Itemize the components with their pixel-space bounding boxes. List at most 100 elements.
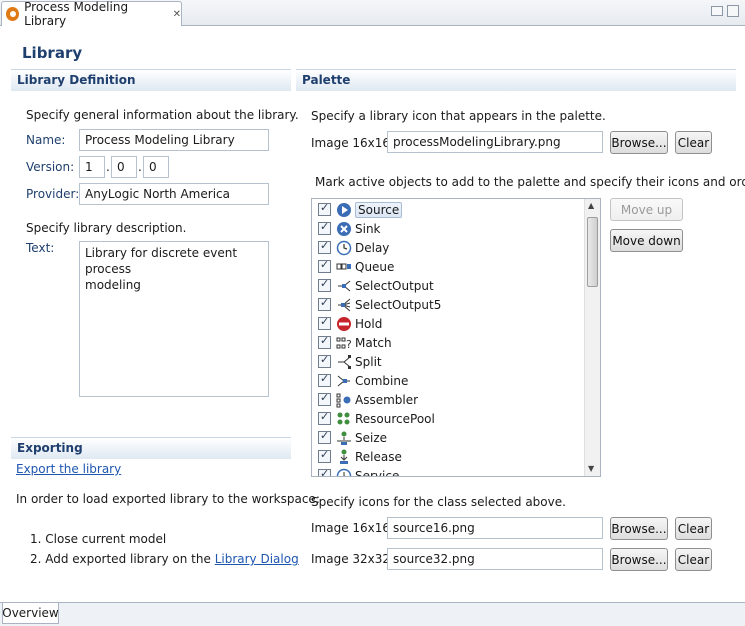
bottom-tab-bar (0, 602, 745, 626)
maximize-icon[interactable] (727, 5, 739, 17)
class-image16-field[interactable]: source16.png (387, 517, 603, 539)
scroll-up-arrow-icon[interactable]: ▲ (588, 201, 594, 210)
version-major-field[interactable]: 1 (79, 156, 105, 178)
class-image32-browse-button[interactable]: Browse... (610, 548, 668, 571)
class-image32-clear-button[interactable]: Clear (675, 548, 712, 571)
assembler-icon (336, 392, 352, 408)
hold-stop-icon (336, 316, 352, 332)
checkbox[interactable] (318, 391, 331, 406)
library-dialog-link[interactable]: Library Dialog (215, 552, 299, 566)
list-item[interactable]: Sink (312, 219, 584, 238)
export-step-2-text: 2. Add exported library on the (30, 552, 215, 566)
description-line: modeling (85, 278, 141, 292)
source-icon (336, 202, 352, 218)
list-item-label: Source (355, 201, 403, 218)
class-image16-browse-button[interactable]: Browse... (610, 517, 668, 540)
export-library-link[interactable]: Export the library (16, 462, 121, 476)
page-title: Library (22, 44, 83, 62)
list-item[interactable]: Queue (312, 257, 584, 276)
list-item-label: Queue (355, 259, 395, 274)
checkbox[interactable] (318, 334, 331, 349)
list-item-label: Delay (355, 240, 390, 255)
list-item-label: SelectOutput (355, 278, 434, 293)
list-item[interactable]: Service (312, 466, 584, 476)
checkbox[interactable] (318, 239, 331, 254)
split-icon (336, 354, 352, 370)
class-image16-label: Image 16x16: (311, 521, 395, 535)
library-definition-intro: Specify general information about the li… (26, 108, 299, 122)
list-item[interactable]: Release (312, 447, 584, 466)
service-icon (336, 468, 352, 476)
anylogic-library-icon (6, 7, 20, 21)
list-item[interactable]: Combine (312, 371, 584, 390)
combine-icon (336, 373, 352, 389)
close-tab-icon[interactable]: ✕ (173, 9, 181, 20)
class-image32-label: Image 32x32: (311, 552, 395, 566)
checkbox[interactable] (318, 372, 331, 387)
list-item[interactable]: Split (312, 352, 584, 371)
list-item[interactable]: Delay (312, 238, 584, 257)
select-output-icon (336, 278, 352, 294)
checkbox[interactable] (318, 296, 331, 311)
name-field[interactable]: Process Modeling Library (79, 129, 269, 151)
list-item-label: SelectOutput5 (355, 297, 442, 312)
checkbox[interactable] (318, 353, 331, 368)
list-item-label: Hold (355, 316, 383, 331)
version-minor-field[interactable]: 0 (111, 156, 137, 178)
list-item-label: Split (355, 354, 382, 369)
provider-label: Provider: (26, 187, 80, 201)
palette-objects-intro: Mark active objects to add to the palett… (315, 175, 745, 189)
checkbox[interactable] (318, 201, 331, 216)
editor-tab[interactable]: Process Modeling Library ✕ (1, 0, 182, 28)
list-item-label: Release (355, 449, 402, 464)
checkbox[interactable] (318, 429, 331, 444)
list-scrollbar[interactable]: ▲ ▼ (584, 199, 600, 476)
minimize-icon[interactable] (711, 6, 723, 16)
library-definition-header[interactable]: Library Definition (11, 69, 291, 91)
list-item[interactable]: SelectOutput (312, 276, 584, 295)
description-line: Library for discrete event process (85, 246, 238, 276)
checkbox[interactable] (318, 220, 331, 235)
list-item[interactable]: Assembler (312, 390, 584, 409)
checkbox[interactable] (318, 410, 331, 425)
palette-header[interactable]: Palette (296, 69, 736, 91)
checkbox[interactable] (318, 448, 331, 463)
exporting-header[interactable]: Exporting (11, 437, 291, 459)
palette-objects-list[interactable]: Source Sink Delay Queue SelectOutput Sel… (311, 198, 601, 477)
list-item-label: Sink (355, 221, 381, 236)
provider-field[interactable]: AnyLogic North America (79, 183, 269, 205)
library-icon-browse-button[interactable]: Browse... (610, 131, 668, 154)
list-item[interactable]: Hold (312, 314, 584, 333)
export-instructions: In order to load exported library to the… (16, 492, 320, 506)
move-up-button[interactable]: Move up (610, 198, 683, 221)
checkbox[interactable] (318, 277, 331, 292)
match-icon: ? (336, 335, 352, 351)
list-item[interactable]: ? Match (312, 333, 584, 352)
svg-text:?: ? (346, 338, 352, 351)
move-down-button[interactable]: Move down (610, 229, 683, 252)
class-image32-field[interactable]: source32.png (387, 548, 603, 570)
list-item[interactable]: Source (312, 200, 584, 219)
tab-overview[interactable]: Overview (2, 603, 59, 624)
checkbox[interactable] (318, 258, 331, 273)
list-item[interactable]: Seize (312, 428, 584, 447)
palette-icon-intro: Specify a library icon that appears in t… (311, 109, 606, 123)
class-image16-clear-button[interactable]: Clear (675, 517, 712, 540)
library-icon-field[interactable]: processModelingLibrary.png (387, 131, 603, 153)
library-icon-clear-button[interactable]: Clear (675, 131, 712, 154)
scroll-down-arrow-icon[interactable]: ▼ (588, 464, 594, 473)
version-patch-field[interactable]: 0 (143, 156, 169, 178)
checkbox[interactable] (318, 467, 331, 476)
version-label: Version: (26, 160, 75, 174)
description-textarea[interactable]: Library for discrete event process model… (79, 241, 269, 397)
list-item-label: Seize (355, 430, 388, 445)
list-item[interactable]: ResourcePool (312, 409, 584, 428)
seize-icon (336, 430, 352, 446)
sink-icon (336, 221, 352, 237)
list-item-label: Combine (355, 373, 409, 388)
checkbox[interactable] (318, 315, 331, 330)
scrollbar-thumb[interactable] (587, 217, 598, 287)
version-separator: . (138, 160, 142, 174)
list-item[interactable]: SelectOutput5 (312, 295, 584, 314)
list-item-label: Match (355, 335, 392, 350)
